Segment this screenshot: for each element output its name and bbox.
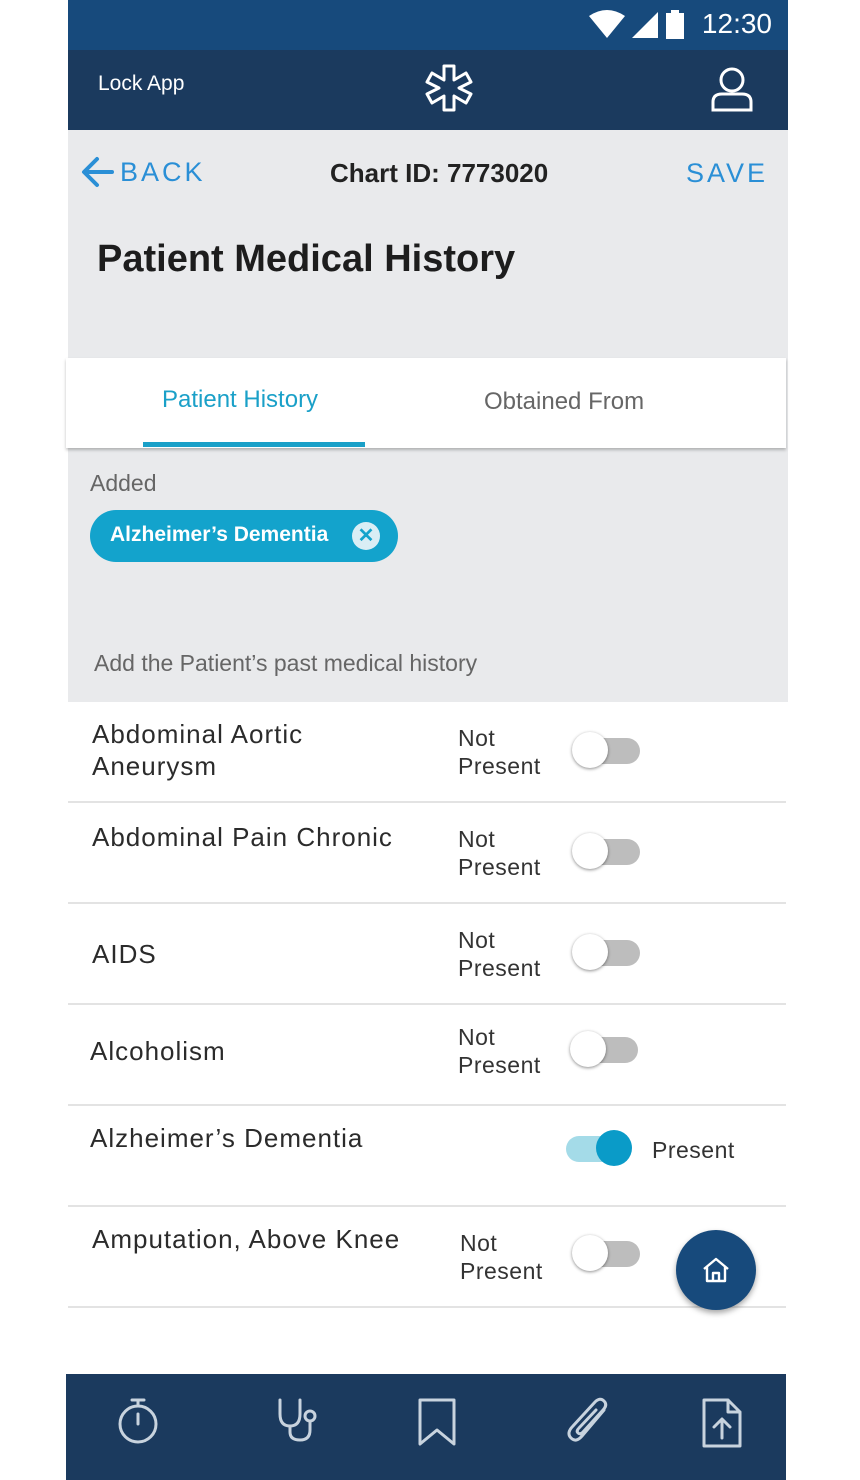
page-title: Patient Medical History: [97, 238, 516, 280]
history-row: Abdominal Pain Chronic Not Present: [68, 803, 786, 904]
bookmark-icon[interactable]: [416, 1396, 458, 1453]
condition-state: Not Present: [458, 724, 541, 780]
star-of-life-icon: [424, 62, 474, 119]
toggle-knob: [572, 1235, 608, 1271]
back-button[interactable]: BACK: [80, 156, 206, 188]
condition-name: AIDS: [92, 939, 157, 969]
toggle-knob: [570, 1031, 606, 1067]
condition-name: Abdominal Aortic Aneurysm: [92, 719, 304, 781]
state-line: Not: [458, 1024, 496, 1050]
present-toggle[interactable]: [570, 1031, 638, 1067]
tab-bar: Patient History Obtained From: [66, 358, 786, 448]
lock-app-button[interactable]: Lock App: [98, 72, 184, 96]
condition-state: Not Present: [458, 1023, 541, 1079]
tab-obtained-from[interactable]: Obtained From: [484, 388, 644, 416]
paperclip-icon[interactable]: [564, 1396, 612, 1453]
state-line: Present: [460, 1258, 543, 1284]
present-toggle[interactable]: [566, 1130, 632, 1166]
condition-state: Not Present: [458, 926, 541, 982]
state-line: Not: [458, 826, 496, 852]
history-hint: Add the Patient’s past medical history: [94, 650, 478, 676]
home-icon: [703, 1257, 729, 1283]
timer-icon[interactable]: [116, 1396, 160, 1451]
home-button[interactable]: [676, 1230, 756, 1310]
condition-name: Alcoholism: [90, 1036, 226, 1066]
file-upload-icon[interactable]: [700, 1396, 744, 1455]
signal-icon: [631, 12, 658, 38]
state-line: Not: [458, 725, 496, 751]
condition-state: Present: [652, 1137, 735, 1163]
history-row: Alzheimer’s Dementia Present: [68, 1106, 786, 1207]
status-time: 12:30: [701, 8, 772, 39]
app-bar: Lock App: [68, 50, 788, 130]
present-toggle[interactable]: [572, 732, 640, 768]
chart-id: Chart ID: 7773020: [330, 158, 549, 188]
stethoscope-icon[interactable]: [274, 1396, 322, 1449]
bottom-nav: [66, 1374, 786, 1480]
present-toggle[interactable]: [572, 934, 640, 970]
battery-icon: [666, 10, 684, 39]
active-tab-indicator: [143, 442, 365, 447]
toggle-knob: [572, 934, 608, 970]
condition-name: Abdominal Pain Chronic: [92, 822, 393, 852]
added-label: Added: [90, 470, 157, 496]
state-line: Not: [460, 1230, 498, 1256]
tab-patient-history[interactable]: Patient History: [162, 386, 318, 414]
added-chip[interactable]: Alzheimer’s Dementia ✕: [90, 510, 398, 562]
back-label: BACK: [120, 156, 206, 187]
history-row: AIDS Not Present: [68, 904, 786, 1005]
toggle-knob: [572, 732, 608, 768]
toggle-knob: [572, 833, 608, 869]
close-icon[interactable]: ✕: [352, 522, 380, 550]
save-button[interactable]: SAVE: [686, 158, 768, 189]
history-row: Alcoholism Not Present: [68, 1005, 786, 1106]
condition-name: Amputation, Above Knee: [92, 1224, 401, 1254]
status-icons: [589, 10, 688, 45]
wifi-icon: [589, 10, 626, 38]
state-line: Present: [458, 955, 541, 981]
status-bar: 12:30: [68, 0, 788, 50]
history-row: Abdominal Aortic Aneurysm Not Present: [68, 702, 786, 803]
condition-state: Not Present: [460, 1229, 543, 1285]
condition-name: Alzheimer’s Dementia: [90, 1123, 364, 1153]
chip-label: Alzheimer’s Dementia: [110, 523, 329, 546]
history-list: Abdominal Aortic Aneurysm Not Present Ab…: [68, 702, 786, 1308]
state-line: Present: [458, 854, 541, 880]
present-toggle[interactable]: [572, 1235, 640, 1271]
state-line: Not: [458, 927, 496, 953]
state-line: Present: [458, 1052, 541, 1078]
condition-state: Not Present: [458, 825, 541, 881]
present-toggle[interactable]: [572, 833, 640, 869]
toggle-knob: [596, 1130, 632, 1166]
state-line: Present: [458, 753, 541, 779]
user-icon[interactable]: [710, 66, 754, 117]
arrow-left-icon: [82, 157, 114, 187]
